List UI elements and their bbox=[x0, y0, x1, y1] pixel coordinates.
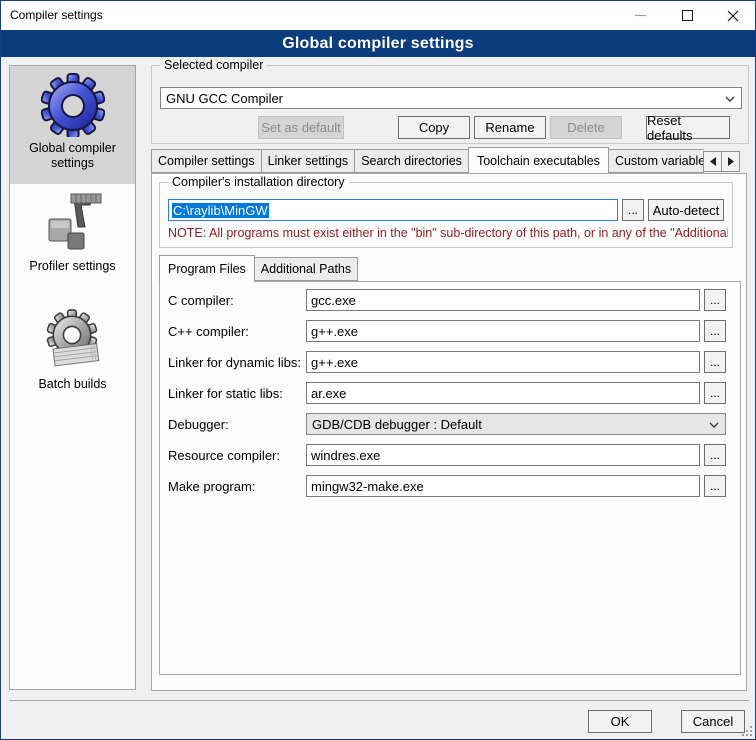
toolchain-executables-page: Compiler's installation directory C:\ray… bbox=[151, 173, 747, 691]
compiler-settings-window: Compiler settings Global compiler settin… bbox=[0, 0, 756, 740]
delete-button[interactable]: Delete bbox=[550, 116, 622, 139]
compiler-settings-tabstrip: Compiler settings Linker settings Search… bbox=[151, 146, 704, 173]
cpp-compiler-browse-button[interactable]: ... bbox=[704, 320, 726, 342]
tab-program-files[interactable]: Program Files bbox=[159, 255, 255, 282]
maximize-button[interactable] bbox=[664, 1, 710, 30]
installation-directory-group: Compiler's installation directory C:\ray… bbox=[159, 182, 733, 248]
chevron-down-icon bbox=[709, 422, 719, 428]
auto-detect-button[interactable]: Auto-detect bbox=[648, 199, 724, 221]
rename-button[interactable]: Rename bbox=[474, 116, 546, 139]
sidebar-item-global-compiler-settings[interactable]: Global compiler settings bbox=[10, 66, 135, 184]
ok-button[interactable]: OK bbox=[588, 710, 652, 733]
tab-scroll-arrows bbox=[704, 151, 740, 172]
debugger-select[interactable]: GDB/CDB debugger : Default bbox=[306, 413, 726, 435]
make-program-browse-button[interactable]: ... bbox=[704, 475, 726, 497]
c-compiler-label: C compiler: bbox=[168, 289, 234, 311]
dynamic-linker-input[interactable] bbox=[306, 351, 700, 373]
tab-scroll-left-button[interactable] bbox=[703, 151, 722, 172]
arrow-left-icon bbox=[710, 157, 716, 166]
sidebar-item-profiler-settings[interactable]: Profiler settings bbox=[10, 184, 135, 302]
arrow-right-icon bbox=[728, 157, 734, 166]
tab-toolchain-executables[interactable]: Toolchain executables bbox=[468, 147, 609, 173]
compiler-select[interactable]: GNU GCC Compiler bbox=[160, 87, 742, 109]
sidebar-item-label: Profiler settings bbox=[25, 259, 119, 274]
selected-compiler-group-label: Selected compiler bbox=[160, 58, 267, 72]
debugger-select-value: GDB/CDB debugger : Default bbox=[312, 417, 482, 432]
browse-directory-button[interactable]: ... bbox=[622, 199, 644, 221]
static-linker-browse-button[interactable]: ... bbox=[704, 382, 726, 404]
cpp-compiler-label: C++ compiler: bbox=[168, 320, 249, 342]
close-button[interactable] bbox=[711, 1, 755, 30]
installation-directory-group-label: Compiler's installation directory bbox=[168, 175, 349, 189]
resource-compiler-browse-button[interactable]: ... bbox=[704, 444, 726, 466]
gear-stack-icon bbox=[41, 309, 105, 373]
bin-subdirectory-note: NOTE: All programs must exist either in … bbox=[168, 226, 728, 240]
sidebar-item-label: Batch builds bbox=[34, 377, 110, 392]
minimize-icon bbox=[635, 14, 646, 17]
blue-gear-icon bbox=[41, 73, 105, 137]
installation-directory-value: C:\raylib\MinGW bbox=[172, 203, 269, 218]
dynamic-linker-browse-button[interactable]: ... bbox=[704, 351, 726, 373]
page-title: Global compiler settings bbox=[1, 30, 755, 57]
static-linker-label: Linker for static libs: bbox=[168, 382, 283, 404]
tab-search-directories[interactable]: Search directories bbox=[354, 149, 469, 173]
program-files-tabstrip: Program Files Additional Paths bbox=[159, 255, 358, 281]
tab-compiler-settings[interactable]: Compiler settings bbox=[151, 149, 262, 173]
tab-linker-settings[interactable]: Linker settings bbox=[261, 149, 356, 173]
window-title: Compiler settings bbox=[10, 8, 103, 22]
make-program-label: Make program: bbox=[168, 475, 255, 497]
sidebar-item-batch-builds[interactable]: Batch builds bbox=[10, 302, 135, 420]
copy-button[interactable]: Copy bbox=[398, 116, 470, 139]
sidebar-item-label: Global compiler settings bbox=[10, 141, 135, 171]
make-program-input[interactable] bbox=[306, 475, 700, 497]
minimize-button[interactable] bbox=[617, 1, 663, 30]
static-linker-input[interactable] bbox=[306, 382, 700, 404]
selected-compiler-group: Selected compiler GNU GCC Compiler Set a… bbox=[151, 65, 749, 144]
settings-category-list: Global compiler settings Profiler settin… bbox=[9, 65, 136, 690]
debugger-label: Debugger: bbox=[168, 413, 229, 435]
installation-directory-input[interactable]: C:\raylib\MinGW bbox=[168, 199, 618, 221]
tab-scroll-right-button[interactable] bbox=[721, 151, 740, 172]
cpp-compiler-input[interactable] bbox=[306, 320, 700, 342]
chevron-down-icon bbox=[725, 96, 735, 102]
reset-defaults-button[interactable]: Reset defaults bbox=[646, 116, 730, 139]
c-compiler-browse-button[interactable]: ... bbox=[704, 289, 726, 311]
tab-additional-paths[interactable]: Additional Paths bbox=[254, 257, 358, 281]
tab-custom-variables[interactable]: Custom variables bbox=[608, 149, 704, 173]
program-files-page: C compiler: ... C++ compiler: ... Linker… bbox=[159, 281, 741, 675]
footer-separator bbox=[9, 700, 749, 701]
close-icon bbox=[727, 10, 739, 22]
set-as-default-button[interactable]: Set as default bbox=[258, 116, 344, 139]
caliper-icon bbox=[41, 191, 105, 255]
dynamic-linker-label: Linker for dynamic libs: bbox=[168, 351, 301, 373]
compiler-select-value: GNU GCC Compiler bbox=[166, 91, 283, 106]
c-compiler-input[interactable] bbox=[306, 289, 700, 311]
resource-compiler-label: Resource compiler: bbox=[168, 444, 280, 466]
cancel-button[interactable]: Cancel bbox=[681, 710, 745, 733]
resize-grip[interactable] bbox=[740, 724, 753, 737]
resource-compiler-input[interactable] bbox=[306, 444, 700, 466]
maximize-icon bbox=[682, 10, 693, 21]
